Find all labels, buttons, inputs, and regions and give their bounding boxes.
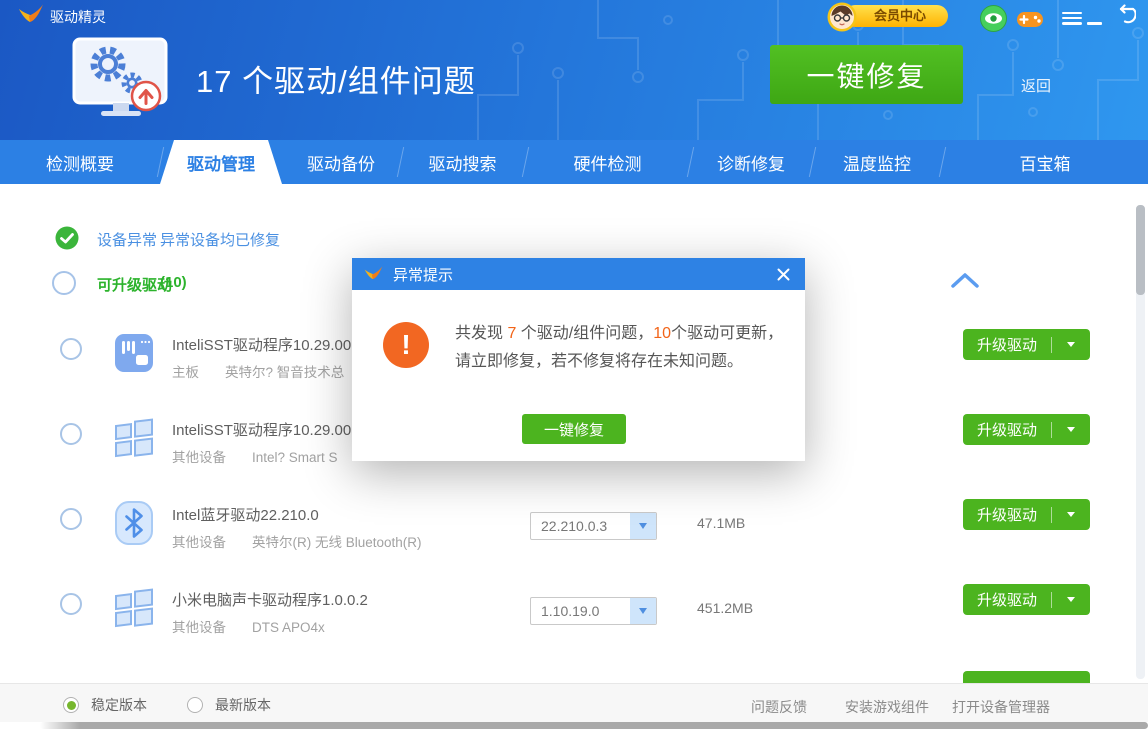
tab-temperature-monitor[interactable]: 温度监控 (812, 140, 942, 184)
page-title: 17 个驱动/组件问题 (196, 64, 476, 99)
alert-dialog: 异常提示 ! 共发现 7 个驱动/组件问题，10个驱动可更新，请立即修复，若不修… (352, 258, 805, 461)
version-caret-icon[interactable] (630, 598, 656, 624)
version-select[interactable]: 1.10.19.0 (530, 597, 657, 625)
footer-bar: 稳定版本 最新版本 问题反馈 安装游戏组件 打开设备管理器 (0, 683, 1148, 722)
upgradable-section-radio[interactable] (52, 271, 76, 295)
tab-driver-search[interactable]: 驱动搜索 (400, 140, 525, 184)
menu-icon[interactable] (1062, 9, 1082, 27)
upgrade-dropdown-caret[interactable] (1052, 512, 1090, 517)
stable-version-radio[interactable]: 稳定版本 (63, 695, 147, 715)
fixed-check-icon (55, 226, 79, 250)
driver-size: 451.2MB (697, 600, 754, 616)
dialog-fix-button[interactable]: 一键修复 (522, 414, 626, 444)
version-select[interactable]: 22.210.0.3 (530, 512, 657, 540)
open-device-manager-link[interactable]: 打开设备管理器 (952, 697, 1050, 717)
app-logo-icon (19, 4, 43, 22)
upgrade-button[interactable]: 升级驱动 (963, 329, 1090, 360)
driver-subtitle: 主板 英特尔? 智音技术总 (172, 361, 344, 381)
driver-title: 小米电脑声卡驱动程序1.0.0.2 (172, 592, 368, 609)
driver-subtitle: 其他设备 英特尔(R) 无线 Bluetooth(R) (172, 531, 422, 551)
upgrade-button[interactable]: 升级驱动 (963, 499, 1090, 530)
window-titlebar: 驱动精灵 会员中心 (0, 0, 1148, 32)
scan-result-icon (72, 37, 168, 116)
driver-radio[interactable] (60, 593, 82, 615)
latest-version-radio[interactable]: 最新版本 (187, 695, 271, 715)
upgrade-button-partial[interactable] (963, 671, 1090, 683)
window-bottom-shadow (40, 722, 1148, 729)
dialog-title: 异常提示 (393, 266, 454, 284)
driver-category: 其他设备 (172, 535, 226, 550)
back-link[interactable]: 返回 (1021, 75, 1051, 96)
driver-category: 主板 (172, 365, 199, 380)
motherboard-device-icon (115, 334, 153, 372)
main-tab-bar: 检测概要 驱动管理 驱动备份 驱动搜索 硬件检测 诊断修复 温度监控 百宝箱 (0, 140, 1148, 184)
driver-subtitle: 其他设备 Intel? Smart S (172, 446, 338, 466)
driver-size: 47.1MB (697, 515, 746, 531)
upgrade-dropdown-caret[interactable] (1052, 427, 1090, 432)
restore-back-icon[interactable] (1112, 4, 1136, 26)
eye-protection-icon[interactable] (980, 5, 1007, 32)
version-value: 1.10.19.0 (541, 603, 600, 619)
upgradable-count-number: 10 (653, 325, 672, 342)
close-icon[interactable] (773, 264, 793, 284)
app-title: 驱动精灵 (50, 9, 106, 25)
upgrade-button[interactable]: 升级驱动 (963, 414, 1090, 445)
tab-diagnose-repair[interactable]: 诊断修复 (690, 140, 812, 184)
collapse-chevron-icon[interactable] (950, 270, 980, 290)
driver-device: 英特尔? 智音技术总 (225, 365, 345, 380)
dialog-logo-icon (364, 266, 383, 280)
driver-category: 其他设备 (172, 620, 226, 635)
driver-device: 英特尔(R) 无线 Bluetooth(R) (252, 535, 422, 550)
driver-title: Intel蓝牙驱动22.210.0 (172, 507, 319, 524)
driver-genius-window: 驱动精灵 会员中心 17 个驱动/组件问题 一键修复 返回 检测概要 驱动管理 … (0, 0, 1148, 729)
driver-radio[interactable] (60, 423, 82, 445)
upgradable-count: (10) (160, 274, 187, 291)
dialog-message: 共发现 7 个驱动/组件问题，10个驱动可更新，请立即修复，若不修复将存在未知问… (455, 325, 784, 370)
version-value: 22.210.0.3 (541, 518, 608, 534)
tab-overview[interactable]: 检测概要 (0, 140, 160, 184)
tab-toolbox[interactable]: 百宝箱 (942, 140, 1148, 184)
upgrade-dropdown-caret[interactable] (1052, 597, 1090, 602)
install-game-component-link[interactable]: 安装游戏组件 (845, 697, 929, 717)
driver-subtitle: 其他设备 DTS APO4x (172, 616, 325, 636)
driver-row: 小米电脑声卡驱动程序1.0.0.2 其他设备 DTS APO4x 1.10.19.… (0, 573, 1128, 658)
driver-row: Intel蓝牙驱动22.210.0 其他设备 英特尔(R) 无线 Bluetoot… (0, 488, 1128, 573)
game-center-icon[interactable] (1016, 7, 1044, 32)
upgrade-button[interactable]: 升级驱动 (963, 584, 1090, 615)
scrollbar[interactable] (1136, 205, 1145, 679)
tab-driver-management[interactable]: 驱动管理 (160, 140, 282, 184)
abnormal-status-label: 设备异常 (97, 232, 158, 249)
version-caret-icon[interactable] (630, 513, 656, 539)
scrollbar-thumb[interactable] (1136, 205, 1145, 295)
tab-hardware-detect[interactable]: 硬件检测 (525, 140, 690, 184)
driver-radio[interactable] (60, 508, 82, 530)
driver-device: Intel? Smart S (252, 450, 338, 465)
user-avatar[interactable] (827, 2, 857, 32)
upgrade-dropdown-caret[interactable] (1052, 342, 1090, 347)
driver-title: InteliSST驱动程序10.29.00 (172, 337, 352, 354)
dialog-titlebar: 异常提示 (352, 258, 805, 290)
one-key-fix-button[interactable]: 一键修复 (770, 45, 963, 104)
member-center-button[interactable]: 会员中心 (844, 5, 948, 27)
feedback-link[interactable]: 问题反馈 (751, 697, 807, 717)
tab-driver-backup[interactable]: 驱动备份 (282, 140, 400, 184)
minimize-icon[interactable] (1087, 22, 1102, 25)
windows-device-icon (115, 588, 153, 628)
windows-device-icon (115, 418, 153, 458)
radio-selected-icon (63, 697, 79, 713)
abnormal-status-value: 异常设备均已修复 (160, 232, 281, 249)
driver-device: DTS APO4x (252, 620, 325, 635)
bluetooth-device-icon (115, 501, 153, 545)
radio-unselected-icon (187, 697, 203, 713)
driver-title: InteliSST驱动程序10.29.00 (172, 422, 352, 439)
driver-radio[interactable] (60, 338, 82, 360)
app-header: 驱动精灵 会员中心 17 个驱动/组件问题 一键修复 返回 (0, 0, 1148, 140)
warning-icon: ! (383, 322, 429, 368)
driver-category: 其他设备 (172, 450, 226, 465)
